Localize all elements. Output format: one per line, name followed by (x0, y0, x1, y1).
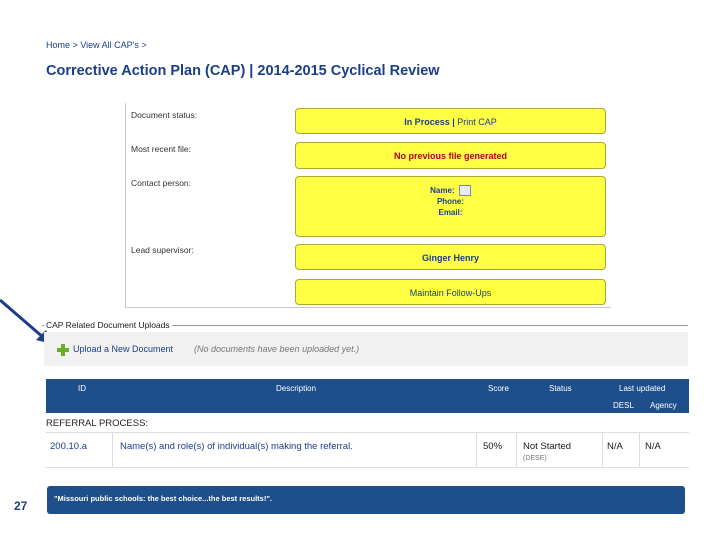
column-header-desl[interactable]: DESL (613, 401, 634, 410)
column-header-description[interactable]: Description (276, 384, 316, 393)
breadcrumb: Home > View All CAP's > (46, 40, 147, 50)
row-desl: N/A (607, 441, 623, 452)
row-description: Name(s) and role(s) of individual(s) mak… (120, 441, 353, 452)
row-id-link[interactable]: 200.10.a (50, 441, 87, 452)
most-recent-file-label: Most recent file: (131, 144, 191, 154)
contact-person-box: Name: Phone: Email: (295, 176, 606, 237)
column-header-score[interactable]: Score (488, 384, 509, 393)
column-header-last-updated[interactable]: Last updated (619, 384, 665, 393)
section-heading: REFERRAL PROCESS: (46, 418, 149, 429)
document-status-label: Document status: (131, 110, 198, 120)
row-score: 50% (483, 441, 503, 452)
document-status-box: In Process | Print CAP (295, 108, 606, 134)
most-recent-file-value: No previous file generated (295, 142, 606, 169)
row-status-sub: (DESE) (523, 455, 547, 462)
breadcrumb-separator: > (141, 40, 147, 50)
column-header-id[interactable]: ID (78, 384, 86, 393)
column-divider (602, 433, 603, 467)
page-title: Corrective Action Plan (CAP) | 2014-2015… (46, 63, 440, 79)
column-header-agency[interactable]: Agency (650, 401, 677, 410)
plus-icon[interactable] (57, 344, 69, 356)
uploads-empty-note: (No documents have been uploaded yet.) (194, 344, 360, 354)
column-divider (516, 433, 517, 467)
row-agency: N/A (645, 441, 661, 452)
uploads-legend: CAP Related Document Uploads (44, 320, 172, 330)
table-header: ID Description Score Status Last updated… (46, 379, 689, 413)
upload-new-document-link[interactable]: Upload a New Document (73, 344, 173, 354)
lead-supervisor-value: Ginger Henry (295, 244, 606, 270)
status-separator: | (452, 117, 455, 127)
contact-phone-label: Phone: (436, 197, 465, 207)
column-divider (476, 433, 477, 467)
lead-supervisor-label: Lead supervisor: (131, 245, 194, 255)
column-divider (112, 433, 113, 467)
document-status-value: In Process (404, 117, 450, 127)
note-icon[interactable] (458, 185, 471, 197)
breadcrumb-home-link[interactable]: Home (46, 40, 70, 50)
column-header-status[interactable]: Status (549, 384, 572, 393)
contact-person-label: Contact person: (131, 178, 192, 188)
column-divider (639, 433, 640, 467)
footer-bar: "Missouri public schools: the best choic… (47, 486, 685, 514)
footer-tagline: "Missouri public schools: the best choic… (54, 494, 272, 503)
breadcrumb-view-all-link[interactable]: View All CAP's (80, 40, 139, 50)
table-row: 200.10.a Name(s) and role(s) of individu… (46, 432, 689, 468)
breadcrumb-separator: > (72, 40, 78, 50)
row-status: Not Started (523, 441, 572, 452)
slide-number: 27 (14, 499, 28, 513)
print-cap-link[interactable]: Print CAP (457, 117, 497, 127)
contact-name-label: Name: (430, 186, 455, 195)
contact-email-label: Email: (438, 208, 463, 218)
maintain-followups-button[interactable]: Maintain Follow-Ups (295, 279, 606, 305)
